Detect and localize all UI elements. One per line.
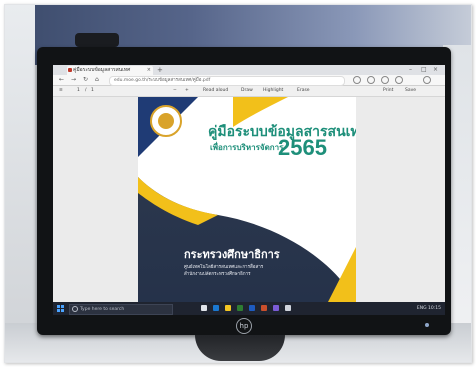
highlight-button[interactable]: Highlight	[263, 86, 283, 96]
screen: คู่มือระบบข้อมูลสารสนเทศ × + – □ × ← → ↻…	[53, 65, 445, 315]
word-icon[interactable]	[249, 305, 255, 311]
close-window-button[interactable]: ×	[433, 65, 438, 75]
draw-button[interactable]: Draw	[241, 86, 253, 96]
search-icon	[72, 306, 78, 312]
new-tab-button[interactable]: +	[157, 65, 163, 75]
tab-title: คู่มือระบบข้อมูลสารสนเทศ	[73, 67, 131, 73]
power-indicator	[425, 323, 429, 327]
back-button[interactable]: ←	[59, 75, 64, 85]
ministry-seal-icon	[150, 105, 182, 137]
zoom-out-button[interactable]: −	[173, 86, 177, 96]
powerpoint-icon[interactable]	[261, 305, 267, 311]
task-view-icon[interactable]	[201, 305, 207, 311]
maximize-button[interactable]: □	[421, 65, 427, 75]
address-bar: ← → ↻ ⌂ edu.moe.go.th/ระบบข้อมูลสารสนเทศ…	[53, 75, 445, 86]
document-year: 2565	[278, 135, 327, 160]
page-separator: /	[85, 88, 87, 93]
system-tray-clock[interactable]: ENG 10:15	[417, 302, 441, 315]
monitor-stand	[195, 335, 285, 361]
unit-line-2: สำนักงานปลัดกระทรวงศึกษาธิการ	[184, 272, 251, 277]
more-menu-icon[interactable]	[423, 76, 431, 84]
pdf-page-cover: คู่มือระบบข้อมูลสารสนเทศ เพื่อการบริหารจ…	[138, 97, 356, 302]
pdf-toolbar: ≡ 1 / 1 − + Read aloud Draw Highlight Er…	[53, 86, 445, 97]
read-aloud-button[interactable]: Read aloud	[203, 86, 228, 96]
erase-button[interactable]: Erase	[297, 86, 310, 96]
store-icon[interactable]	[285, 305, 291, 311]
reload-button[interactable]: ↻	[83, 75, 88, 85]
seal-emblem	[158, 113, 174, 129]
search-placeholder: Type here to search	[80, 307, 125, 312]
ministry-name: กระทรวงศึกษาธิการ	[184, 248, 280, 261]
close-tab-icon[interactable]: ×	[147, 66, 151, 75]
save-button[interactable]: Save	[405, 86, 416, 96]
forward-button[interactable]: →	[71, 75, 76, 85]
webcam	[75, 33, 119, 47]
edge-icon[interactable]	[213, 305, 219, 311]
room-wall-left	[5, 5, 35, 362]
photo-frame: hp คู่มือระบบข้อมูลสารสนเทศ × + – □ × ← …	[4, 4, 472, 363]
pdf-viewer[interactable]: คู่มือระบบข้อมูลสารสนเทศ เพื่อการบริหารจ…	[53, 97, 445, 302]
unit-line-1: ศูนย์เทคโนโลยีสารสนเทศและการสื่อสาร	[184, 265, 264, 270]
page-count: 1	[91, 88, 94, 93]
browser-tab-bar: คู่มือระบบข้อมูลสารสนเทศ × + – □ ×	[53, 65, 445, 75]
collections-icon[interactable]	[367, 76, 375, 84]
taskbar: Type here to search ENG 10:15	[53, 302, 445, 315]
windows-start-icon[interactable]	[57, 305, 64, 312]
url-field[interactable]: edu.moe.go.th/ระบบข้อมูลสารสนเทศ/คู่มือ.…	[109, 76, 345, 86]
taskbar-search[interactable]: Type here to search	[69, 304, 173, 315]
extensions-icon[interactable]	[395, 76, 403, 84]
star-icon[interactable]	[353, 76, 361, 84]
minimize-button[interactable]: –	[409, 65, 412, 75]
home-button[interactable]: ⌂	[95, 75, 99, 85]
teams-icon[interactable]	[273, 305, 279, 311]
excel-icon[interactable]	[237, 305, 243, 311]
pdf-favicon-icon	[68, 68, 72, 72]
document-subtitle: เพื่อการบริหารจัดการ	[210, 143, 284, 152]
zoom-in-button[interactable]: +	[185, 86, 189, 96]
profile-icon[interactable]	[381, 76, 389, 84]
print-button[interactable]: Print	[383, 86, 393, 96]
brand-logo: hp	[236, 318, 252, 334]
browser-tab[interactable]: คู่มือระบบข้อมูลสารสนเทศ ×	[67, 66, 153, 75]
contents-button[interactable]: ≡	[59, 86, 63, 96]
file-explorer-icon[interactable]	[225, 305, 231, 311]
page-number-input[interactable]: 1	[77, 86, 80, 96]
